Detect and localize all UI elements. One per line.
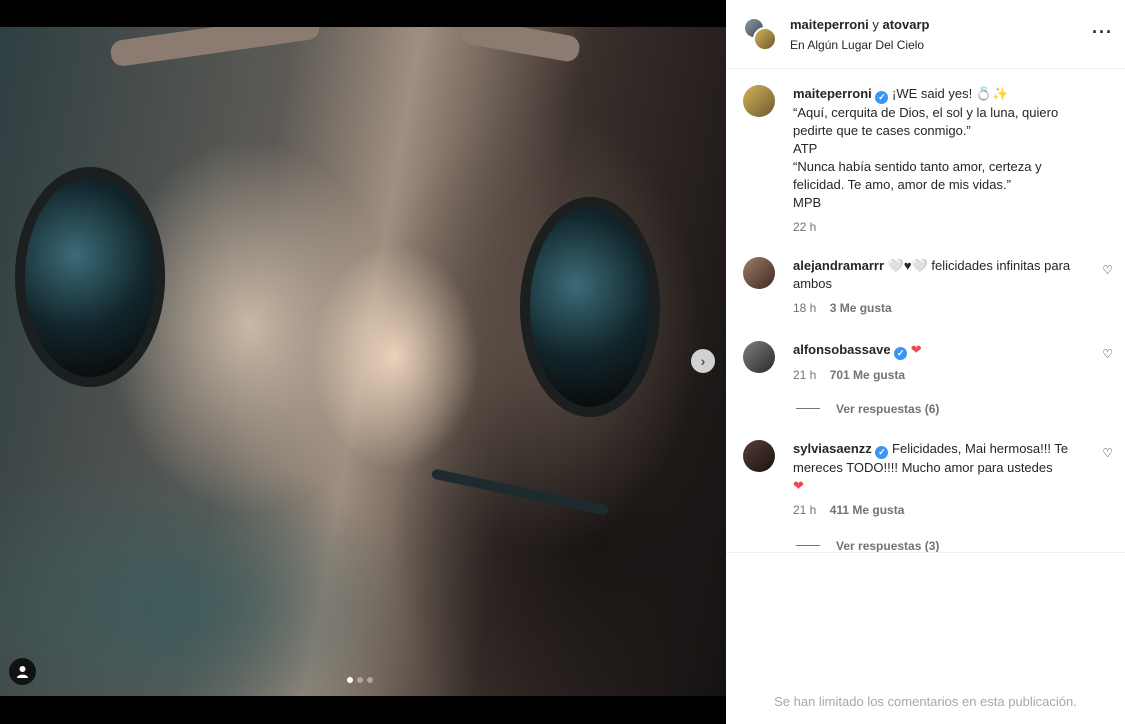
comment-time: 18 h <box>793 301 817 315</box>
post-location[interactable]: En Algún Lugar Del Cielo <box>790 38 924 52</box>
post-photo[interactable] <box>0 27 726 696</box>
post-media: › <box>0 0 726 724</box>
avatar[interactable] <box>743 440 775 472</box>
replies-divider <box>796 408 820 409</box>
caption-line: ATP <box>793 141 818 156</box>
caption-line: “Nunca había sentido tanto amor, certeza… <box>793 159 1042 192</box>
comment-body: alfonsobassave ✓ ❤ 21 h 701 Me gusta <box>793 341 1078 384</box>
view-replies-label: Ver respuestas (6) <box>836 402 940 416</box>
post-side-panel: maiteperroni y atovarp En Algún Lugar De… <box>726 0 1125 724</box>
comment-text-emoji: ❤ <box>793 478 804 493</box>
carousel-dot <box>367 677 373 683</box>
avatar <box>753 27 777 51</box>
caption-line: “Aquí, cerquita de Dios, el sol y la lun… <box>793 105 1059 138</box>
comment-meta: 21 h 701 Me gusta <box>793 366 1078 384</box>
headset-band-left <box>109 27 321 68</box>
caption-time: 22 h <box>793 220 817 234</box>
comment-time: 21 h <box>793 503 817 517</box>
caption-line: ¡WE said yes! 💍✨ <box>892 86 1009 101</box>
heart-outline-icon[interactable]: ♡ <box>1102 347 1113 361</box>
coauthor-link[interactable]: atovarp <box>883 17 930 32</box>
comment-likes[interactable]: 3 Me gusta <box>830 301 892 315</box>
user-icon <box>17 666 28 678</box>
comments-list[interactable]: maiteperroni ✓ ¡WE said yes! 💍✨ “Aquí, c… <box>726 70 1125 552</box>
comments-limited-note: Se han limitado los comentarios en esta … <box>774 694 1077 709</box>
headset-earcup-right <box>520 197 660 417</box>
comment-meta: 18 h 3 Me gusta <box>793 299 1078 317</box>
comment-likes[interactable]: 411 Me gusta <box>830 503 905 517</box>
headset-earcup-left <box>15 167 165 387</box>
heart-outline-icon[interactable]: ♡ <box>1102 263 1113 277</box>
caption-username[interactable]: maiteperroni <box>793 86 872 101</box>
comment-text: ❤ <box>910 342 922 357</box>
post-header: maiteperroni y atovarp En Algún Lugar De… <box>726 0 1125 69</box>
verified-badge-icon: ✓ <box>875 446 889 459</box>
carousel-dot <box>347 677 353 683</box>
view-replies-button[interactable]: Ver respuestas (3) <box>796 539 939 552</box>
avatar[interactable] <box>743 257 775 289</box>
comment-username[interactable]: alejandramarrr <box>793 258 884 273</box>
carousel-next-button[interactable]: › <box>691 349 715 373</box>
comment-username[interactable]: sylviasaenzz <box>793 441 872 456</box>
caption-body: maiteperroni ✓ ¡WE said yes! 💍✨ “Aquí, c… <box>793 85 1078 236</box>
replies-divider <box>796 545 820 546</box>
carousel-indicator <box>347 677 373 683</box>
verified-badge-icon: ✓ <box>875 91 889 104</box>
headset-band-right <box>458 27 582 64</box>
author-conjunction: y <box>872 17 879 32</box>
avatar[interactable] <box>743 85 775 117</box>
view-replies-label: Ver respuestas (3) <box>836 539 940 552</box>
tagged-users-button[interactable] <box>9 658 36 685</box>
comment-meta: 21 h 411 Me gusta <box>793 501 1078 519</box>
view-replies-button[interactable]: Ver respuestas (6) <box>796 402 939 416</box>
author-avatars[interactable] <box>743 17 777 51</box>
post-footer: Se han limitado los comentarios en esta … <box>726 552 1125 724</box>
comment-time: 21 h <box>793 368 817 382</box>
comment-username[interactable]: alfonsobassave <box>793 342 891 357</box>
headset-mic <box>430 468 610 516</box>
chevron-right-icon: › <box>700 353 706 369</box>
comment-body: alejandramarrr 🤍♥🤍 felicidades infinitas… <box>793 257 1078 317</box>
comment-likes[interactable]: 701 Me gusta <box>830 368 905 382</box>
author-link[interactable]: maiteperroni <box>790 17 869 32</box>
carousel-dot <box>357 677 363 683</box>
heart-outline-icon[interactable]: ♡ <box>1102 446 1113 460</box>
avatar[interactable] <box>743 341 775 373</box>
comment-body: sylviasaenzz ✓ Felicidades, Mai hermosa!… <box>793 440 1078 519</box>
post-authors: maiteperroni y atovarp <box>790 17 929 32</box>
caption-line: MPB <box>793 195 822 210</box>
verified-badge-icon: ✓ <box>894 347 908 360</box>
more-horizontal-icon[interactable]: ··· <box>1092 22 1113 43</box>
